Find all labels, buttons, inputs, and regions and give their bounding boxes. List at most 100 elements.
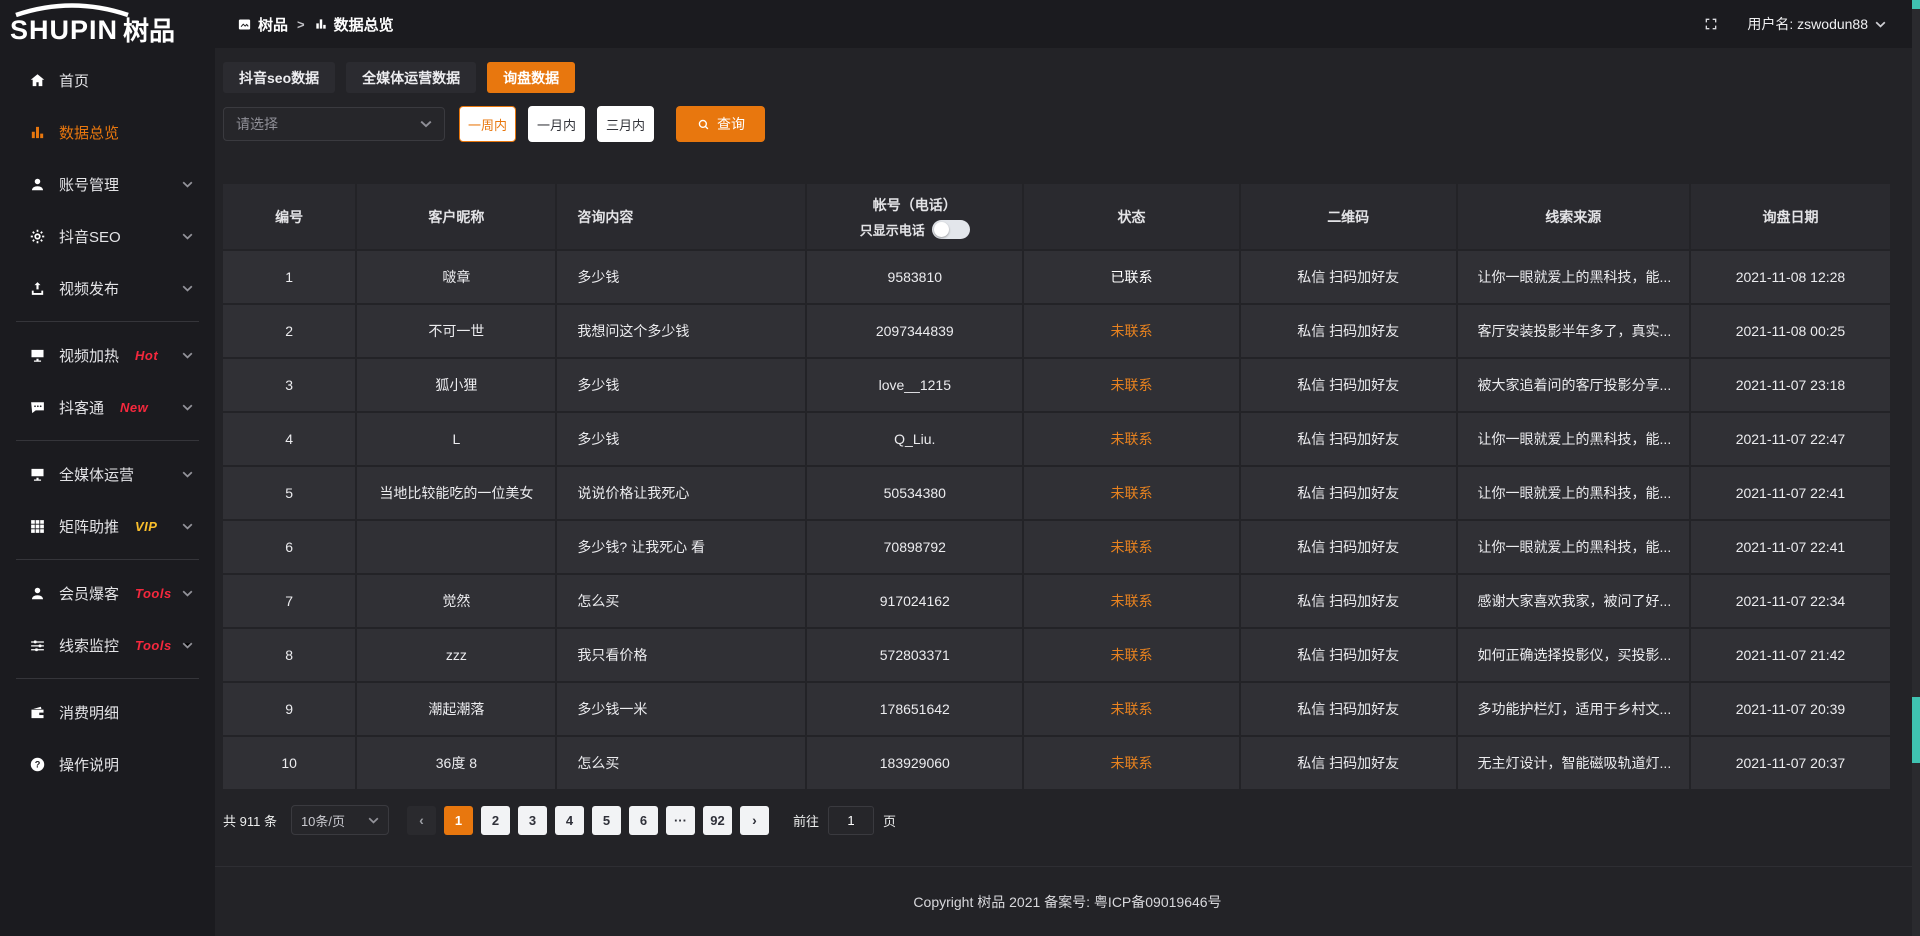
- lead-source-link[interactable]: 让你一眼就爱上的黑科技，能...: [1457, 466, 1690, 520]
- cell-account: love__1215: [806, 358, 1023, 412]
- lead-source-link[interactable]: 让你一眼就爱上的黑科技，能...: [1457, 412, 1690, 466]
- qr-add-friend-link[interactable]: 私信 扫码加好友: [1240, 628, 1457, 682]
- cell-inquiry: 说说价格让我死心: [556, 466, 806, 520]
- qr-add-friend-link[interactable]: 私信 扫码加好友: [1240, 358, 1457, 412]
- table-row: 5 当地比较能吃的一位美女 说说价格让我死心 50534380 未联系 私信 扫…: [223, 466, 1890, 520]
- qr-add-friend-link[interactable]: 私信 扫码加好友: [1240, 412, 1457, 466]
- sidebar-item-douketong[interactable]: 抖客通 New: [0, 381, 215, 433]
- cell-id: 6: [223, 520, 356, 574]
- tab-douyin-seo-data[interactable]: 抖音seo数据: [223, 62, 335, 93]
- data-tabs: 抖音seo数据 全媒体运营数据 询盘数据: [223, 62, 1890, 93]
- board-icon: [237, 17, 252, 32]
- phone-only-toggle[interactable]: [932, 220, 970, 239]
- svg-text:?: ?: [34, 759, 40, 769]
- cell-account: 50534380: [806, 466, 1023, 520]
- table-row: 4 L 多少钱 Q_Liu. 未联系 私信 扫码加好友 让你一眼就爱上的黑科技，…: [223, 412, 1890, 466]
- qr-add-friend-link[interactable]: 私信 扫码加好友: [1240, 304, 1457, 358]
- qr-add-friend-link[interactable]: 私信 扫码加好友: [1240, 736, 1457, 790]
- app-root: SHUPIN 树品 首页 数据总览 账号管理 抖音SEO: [0, 0, 1920, 936]
- scrollbar-thumb[interactable]: [1912, 697, 1920, 763]
- qr-add-friend-link[interactable]: 私信 扫码加好友: [1240, 250, 1457, 304]
- content: 抖音seo数据 全媒体运营数据 询盘数据 请选择 一周内 一月内 三月内 查询: [215, 48, 1920, 866]
- fullscreen-icon[interactable]: [1703, 16, 1719, 32]
- sidebar-item-omni-media[interactable]: 全媒体运营: [0, 448, 215, 500]
- cell-nickname: 啵章: [356, 250, 556, 304]
- cell-inquiry: 多少钱一米: [556, 682, 806, 736]
- page-button-92[interactable]: 92: [703, 806, 732, 835]
- sidebar-item-member-burst[interactable]: 会员爆客 Tools: [0, 567, 215, 619]
- page-size-select[interactable]: 10条/页: [291, 805, 389, 835]
- hot-badge: Hot: [135, 348, 158, 363]
- col-header-inquiry: 咨询内容: [556, 184, 806, 250]
- query-button[interactable]: 查询: [676, 106, 765, 142]
- sliders-icon: [28, 636, 46, 654]
- range-week-button[interactable]: 一周内: [459, 106, 516, 142]
- page-scrollbar[interactable]: [1912, 0, 1920, 936]
- sidebar-item-douyin-seo[interactable]: 抖音SEO: [0, 210, 215, 262]
- lead-source-link[interactable]: 被大家追着问的客厅投影分享...: [1457, 358, 1690, 412]
- page-button-3[interactable]: 3: [518, 806, 547, 835]
- lead-source-link[interactable]: 如何正确选择投影仪，买投影...: [1457, 628, 1690, 682]
- tab-inquiry-data[interactable]: 询盘数据: [487, 62, 575, 93]
- page-ellipsis-button[interactable]: ···: [666, 806, 695, 835]
- sidebar-item-expense-detail[interactable]: 消费明细: [0, 686, 215, 738]
- tab-omni-media-data[interactable]: 全媒体运营数据: [346, 62, 476, 93]
- table-row: 8 zzz 我只看价格 572803371 未联系 私信 扫码加好友 如何正确选…: [223, 628, 1890, 682]
- sidebar-item-home[interactable]: 首页: [0, 54, 215, 106]
- sidebar-item-lead-monitor[interactable]: 线索监控 Tools: [0, 619, 215, 671]
- lead-source-link[interactable]: 让你一眼就爱上的黑科技，能...: [1457, 520, 1690, 574]
- cell-account: 9583810: [806, 250, 1023, 304]
- breadcrumb-item-data-overview[interactable]: 数据总览: [314, 14, 394, 35]
- scrollbar-thumb-top[interactable]: [1912, 0, 1920, 9]
- cell-date: 2021-11-07 20:39: [1690, 682, 1890, 736]
- qr-add-friend-link[interactable]: 私信 扫码加好友: [1240, 574, 1457, 628]
- table-header-row: 编号 客户昵称 咨询内容 帐号（电话） 只显示电话: [223, 184, 1890, 250]
- sidebar-item-video-publish[interactable]: 视频发布: [0, 262, 215, 314]
- cell-inquiry: 我想问这个多少钱: [556, 304, 806, 358]
- sidebar-item-matrix-boost[interactable]: 矩阵助推 VIP: [0, 500, 215, 552]
- gear-icon: [28, 227, 46, 245]
- range-quarter-button[interactable]: 三月内: [597, 106, 654, 142]
- cell-date: 2021-11-08 00:25: [1690, 304, 1890, 358]
- breadcrumb-item-shupin[interactable]: 树品: [237, 14, 288, 35]
- page-button-2[interactable]: 2: [481, 806, 510, 835]
- lead-source-link[interactable]: 感谢大家喜欢我家，被问了好...: [1457, 574, 1690, 628]
- lead-source-link[interactable]: 多功能护栏灯，适用于乡村文...: [1457, 682, 1690, 736]
- page-button-1[interactable]: 1: [444, 806, 473, 835]
- range-month-button[interactable]: 一月内: [528, 106, 585, 142]
- user-menu[interactable]: 用户名: zswodun88: [1747, 14, 1886, 34]
- user-icon: [28, 175, 46, 193]
- chevron-down-icon: [182, 233, 193, 240]
- divider: [16, 678, 199, 679]
- next-page-button[interactable]: ›: [740, 806, 769, 835]
- inquiry-table: 编号 客户昵称 咨询内容 帐号（电话） 只显示电话: [223, 184, 1890, 791]
- sidebar-item-label: 抖客通: [59, 397, 104, 418]
- qr-add-friend-link[interactable]: 私信 扫码加好友: [1240, 466, 1457, 520]
- page-button-6[interactable]: 6: [629, 806, 658, 835]
- sidebar-item-account-management[interactable]: 账号管理: [0, 158, 215, 210]
- sidebar-item-help[interactable]: ? 操作说明: [0, 738, 215, 790]
- cell-date: 2021-11-07 23:18: [1690, 358, 1890, 412]
- page-button-4[interactable]: 4: [555, 806, 584, 835]
- lead-source-link[interactable]: 客厅安装投影半年多了，真实...: [1457, 304, 1690, 358]
- lead-source-link[interactable]: 无主灯设计，智能磁吸轨道灯...: [1457, 736, 1690, 790]
- qr-add-friend-link[interactable]: 私信 扫码加好友: [1240, 682, 1457, 736]
- sidebar-item-video-heat[interactable]: 视频加热 Hot: [0, 329, 215, 381]
- page-button-5[interactable]: 5: [592, 806, 621, 835]
- chevron-down-icon: [182, 590, 193, 597]
- filter-select[interactable]: 请选择: [223, 107, 445, 141]
- sidebar-item-data-overview[interactable]: 数据总览: [0, 106, 215, 158]
- lead-source-link[interactable]: 让你一眼就爱上的黑科技，能...: [1457, 250, 1690, 304]
- goto-page-input[interactable]: [828, 806, 874, 835]
- sidebar-item-label: 账号管理: [59, 174, 119, 195]
- qr-add-friend-link[interactable]: 私信 扫码加好友: [1240, 520, 1457, 574]
- sidebar-item-label: 首页: [59, 70, 89, 91]
- topbar: 树品 > 数据总览 用户名: zswodun88: [215, 0, 1920, 48]
- tools-badge: Tools: [135, 586, 172, 601]
- bar-chart-icon: [28, 123, 46, 141]
- sidebar-item-label: 全媒体运营: [59, 464, 134, 485]
- sidebar-item-label: 数据总览: [59, 122, 119, 143]
- prev-page-button[interactable]: ‹: [407, 806, 436, 835]
- cell-inquiry: 多少钱: [556, 412, 806, 466]
- status-badge: 未联系: [1023, 574, 1240, 628]
